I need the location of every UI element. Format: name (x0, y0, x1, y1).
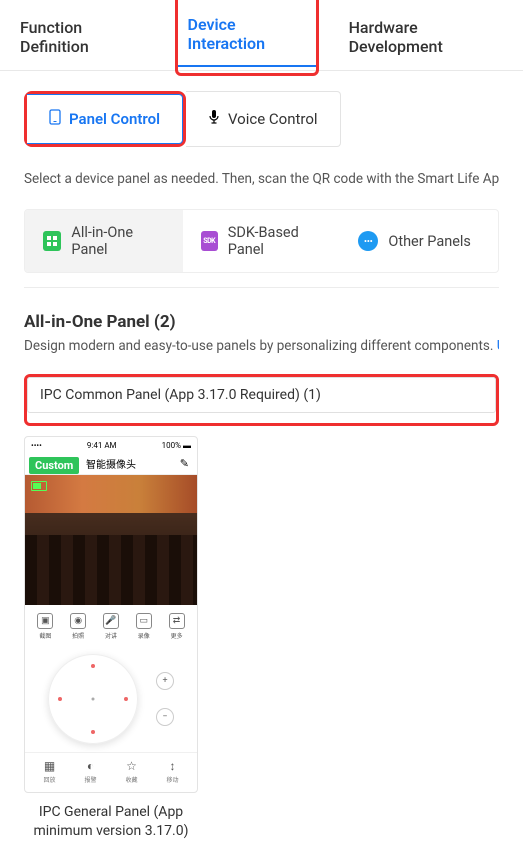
subtab-voice-control[interactable]: Voice Control (186, 91, 341, 147)
section-title: All-in-One Panel (2) (24, 312, 499, 332)
phone-bot-fav: ☆收藏 (125, 759, 137, 784)
panel-type-selector: All-in-One Panel SDK SDK-Based Panel •••… (24, 209, 499, 273)
tab-hardware-development[interactable]: Hardware Development (349, 0, 503, 70)
panel-type-other-label: Other Panels (388, 233, 471, 250)
sdk-icon: SDK (201, 231, 218, 251)
subtab-panel-label: Panel Control (69, 110, 160, 128)
phone-ctrl-more: ⇄更多 (169, 613, 185, 640)
phone-ctrl-talk: 🎤对讲 (103, 613, 119, 640)
highlight-accordion: IPC Common Panel (App 3.17.0 Required) (… (24, 374, 499, 426)
phone-time: 9:41 AM (87, 441, 117, 450)
phone-bot-move: ↕移动 (166, 759, 178, 784)
dpad-icon (48, 654, 138, 744)
video-battery-icon (31, 481, 47, 491)
top-tabs: Function Definition Device Interaction H… (0, 0, 523, 71)
custom-badge: Custom (29, 457, 79, 474)
panel-card[interactable]: •••• 9:41 AM 100% ▬ Custom ‹ 智能摄像头 ✎ ▣截图… (24, 436, 198, 841)
phone-bot-playback: ▦回放 (43, 759, 55, 784)
phone-dpad-area: + − (25, 644, 197, 752)
zoom-in-icon: + (156, 672, 174, 690)
phone-title: 智能摄像头 (86, 456, 136, 471)
highlight-panel-control: Panel Control (24, 91, 186, 147)
phone-bot-alarm: ◐报警 (84, 759, 96, 784)
phone-video-feed (25, 475, 197, 605)
panel-type-allinone[interactable]: All-in-One Panel (25, 210, 183, 272)
phone-ctrl-record: ▭录像 (136, 613, 152, 640)
grid-icon (43, 231, 61, 251)
share-icon: ✎ (180, 457, 189, 470)
subtab-voice-label: Voice Control (228, 110, 318, 128)
panel-type-sdk-label: SDK-Based Panel (228, 224, 323, 258)
phone-statusbar: •••• 9:41 AM 100% ▬ (25, 437, 197, 453)
subtab-panel-control[interactable]: Panel Control (27, 94, 183, 144)
divider (24, 287, 499, 288)
description-text: Select a device panel as needed. Then, s… (24, 171, 499, 187)
phone-icon (49, 109, 61, 129)
user-guide-link[interactable]: User Gui (497, 338, 499, 354)
tab-function-definition[interactable]: Function Definition (20, 0, 145, 70)
phone-battery: 100% ▬ (162, 441, 191, 450)
signal-icon: •••• (31, 441, 42, 450)
panel-type-sdk[interactable]: SDK SDK-Based Panel (183, 210, 341, 272)
accordion-ipc-common[interactable]: IPC Common Panel (App 3.17.0 Required) (… (27, 377, 496, 413)
zoom-out-icon: − (156, 708, 174, 726)
section-subtitle: Design modern and easy-to-use panels by … (24, 338, 499, 354)
phone-ctrl-screenshot: ▣截图 (37, 613, 53, 640)
panel-card-title: IPC General Panel (App minimum version 3… (24, 803, 198, 841)
phone-mockup: •••• 9:41 AM 100% ▬ Custom ‹ 智能摄像头 ✎ ▣截图… (24, 436, 198, 793)
phone-ctrl-photo: ◉拍照 (70, 613, 86, 640)
panel-type-allinone-label: All-in-One Panel (71, 224, 164, 258)
highlight-device-tab: Device Interaction (175, 0, 319, 76)
phone-bottom-nav: ▦回放 ◐报警 ☆收藏 ↕移动 (25, 752, 197, 792)
sub-tabs: Panel Control Voice Control (24, 91, 499, 147)
tab-device-interaction[interactable]: Device Interaction (178, 0, 316, 67)
dots-icon: ••• (358, 231, 378, 251)
panel-type-other[interactable]: ••• Other Panels (340, 210, 498, 272)
content-area: Panel Control Voice Control Select a dev… (0, 71, 523, 861)
mic-icon (208, 109, 220, 129)
phone-control-row: ▣截图 ◉拍照 🎤对讲 ▭录像 ⇄更多 (25, 605, 197, 644)
